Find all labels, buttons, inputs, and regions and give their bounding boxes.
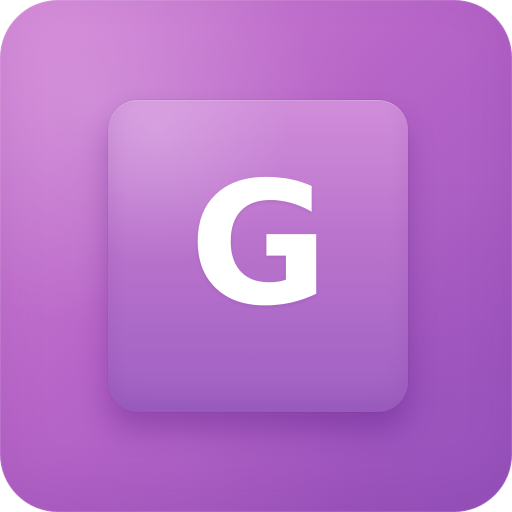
letter-g-icon: G: [189, 146, 329, 344]
inner-app-tile: G: [108, 100, 408, 412]
outer-app-tile: G: [0, 0, 512, 512]
app-icon-canvas: G: [0, 0, 512, 512]
